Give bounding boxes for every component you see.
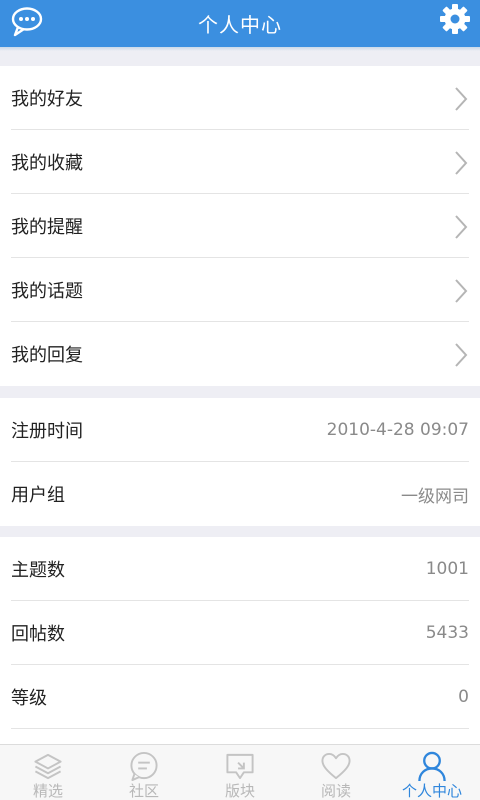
tab-community[interactable]: 社区 (96, 745, 192, 800)
top-bar: 个人中心 (0, 0, 480, 47)
menu-item-label: 我的回复 (11, 345, 83, 366)
menu-item-label: 我的提醒 (11, 217, 83, 238)
layers-icon (34, 753, 62, 780)
tab-label: 阅读 (320, 782, 351, 800)
tab-profile[interactable]: 个人中心 (384, 745, 480, 800)
menu-item-label: 我的收藏 (11, 153, 83, 174)
register-time-label: 注册时间 (11, 421, 83, 442)
tab-label: 版块 (224, 782, 255, 800)
page-title: 个人中心 (198, 13, 282, 37)
topic-count-row: 主题数 1001 (0, 537, 480, 601)
register-time-value: 2010-4-28 09:07 (326, 420, 469, 440)
level-value: 0 (458, 687, 469, 707)
menu-section: 我的好友 我的收藏 我的提醒 我的话题 我的回复 (0, 66, 480, 386)
menu-item-favorites[interactable]: 我的收藏 (0, 130, 480, 194)
heart-icon (321, 752, 351, 780)
topic-count-value: 1001 (425, 559, 469, 579)
menu-item-topics[interactable]: 我的话题 (0, 258, 480, 322)
topic-count-label: 主题数 (11, 560, 65, 581)
board-icon (226, 753, 254, 780)
menu-item-reminders[interactable]: 我的提醒 (0, 194, 480, 258)
register-time-row: 注册时间 2010-4-28 09:07 (0, 398, 480, 462)
divider (11, 728, 469, 729)
app-screen: 个人中心 我的好友 我的收藏 我的提醒 我的话题 我的回复 注册时间 2010-… (0, 0, 480, 800)
comment-icon (130, 751, 158, 782)
tab-boards[interactable]: 版块 (192, 745, 288, 800)
chevron-right-icon (455, 215, 468, 239)
level-row: 等级 0 (0, 665, 480, 729)
reply-count-value: 5433 (425, 623, 469, 643)
user-group-row: 用户组 一级网司 (0, 462, 480, 526)
level-label: 等级 (11, 688, 47, 709)
chevron-right-icon (455, 279, 468, 303)
tab-label: 精选 (32, 782, 63, 800)
gear-icon[interactable] (440, 4, 470, 34)
chevron-right-icon (455, 87, 468, 111)
stats-section: 主题数 1001 回帖数 5433 等级 0 (0, 537, 480, 744)
menu-item-replies[interactable]: 我的回复 (0, 322, 480, 386)
header-shadow (0, 47, 480, 51)
chevron-right-icon (455, 151, 468, 175)
menu-item-label: 我的话题 (11, 281, 83, 302)
tab-reading[interactable]: 阅读 (288, 745, 384, 800)
bottom-tab-bar: 精选 社区 版块 阅读 个人中心 (0, 744, 480, 800)
tab-label: 个人中心 (401, 782, 462, 800)
reply-count-row: 回帖数 5433 (0, 601, 480, 665)
chat-bubble-icon[interactable] (10, 6, 44, 38)
chevron-right-icon (455, 343, 468, 367)
tab-featured[interactable]: 精选 (0, 745, 96, 800)
menu-item-label: 我的好友 (11, 89, 83, 110)
tab-label: 社区 (128, 782, 159, 800)
person-icon (418, 751, 446, 782)
menu-item-friends[interactable]: 我的好友 (0, 66, 480, 130)
user-group-label: 用户组 (11, 485, 65, 506)
account-section: 注册时间 2010-4-28 09:07 用户组 一级网司 (0, 398, 480, 526)
user-group-value: 一级网司 (401, 486, 469, 507)
reply-count-label: 回帖数 (11, 624, 65, 645)
